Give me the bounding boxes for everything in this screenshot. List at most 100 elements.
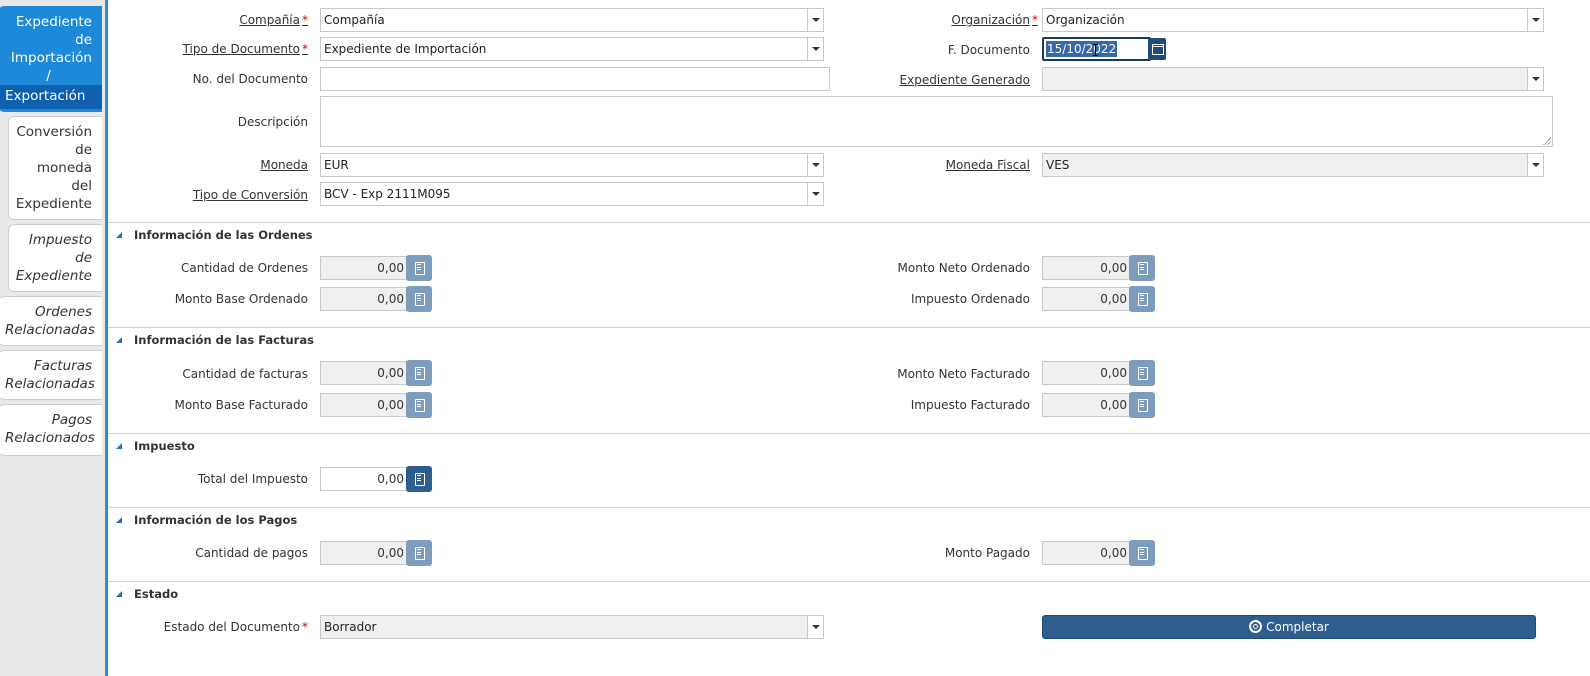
tipo-documento-select[interactable]: Expediente de Importación (320, 37, 824, 61)
calculator-icon[interactable] (406, 360, 432, 386)
chevron-down-icon[interactable] (1527, 154, 1543, 176)
section-title-impuesto[interactable]: Impuesto (134, 439, 195, 453)
compania-select[interactable]: Compañía (320, 8, 824, 32)
cantidad-ordenes-label: Cantidad de Ordenes (180, 261, 308, 275)
moneda-fiscal-select[interactable]: VES (1042, 153, 1544, 177)
resize-grip-icon[interactable] (1543, 137, 1551, 145)
organizacion-select[interactable]: Organización (1042, 8, 1544, 32)
expediente-generado-label: Expediente Generado (899, 73, 1030, 87)
tab-label-line: del (71, 178, 92, 194)
impuesto-facturado-field: 0,00 (1042, 393, 1131, 417)
calculator-icon[interactable] (406, 286, 432, 312)
tab-label-line: Expediente (15, 14, 92, 30)
tab-label-line: Relacionados (5, 430, 95, 446)
form-panel: Compañía * Compañía Organización * Organiz… (108, 0, 1590, 676)
collapse-triangle-icon[interactable] (116, 337, 123, 344)
completar-button[interactable]: Completar (1042, 615, 1536, 639)
tab-label-line: de (75, 32, 92, 48)
collapse-triangle-icon[interactable] (116, 232, 123, 239)
impuesto-facturado-label: Impuesto Facturado (910, 398, 1030, 412)
calculator-icon[interactable] (1129, 360, 1155, 386)
section-divider (108, 581, 1590, 582)
descripcion-label: Descripción (237, 115, 308, 129)
expediente-generado-select[interactable] (1042, 67, 1544, 91)
chevron-down-icon[interactable] (807, 38, 823, 60)
tipo-conversion-select[interactable]: BCV - Exp 2111M095 (320, 182, 824, 206)
monto-base-facturado-label: Monto Base Facturado (174, 398, 308, 412)
chevron-down-icon[interactable] (1527, 68, 1543, 90)
calculator-icon[interactable] (406, 540, 432, 566)
moneda-select[interactable]: EUR (320, 153, 824, 177)
tab-label-line: moneda (36, 160, 92, 176)
calendar-icon[interactable] (1148, 38, 1166, 60)
calculator-icon[interactable] (1129, 255, 1155, 281)
tab-label-line: Conversión (16, 124, 92, 140)
label-text: Tipo de Documento (182, 42, 300, 56)
chevron-down-icon[interactable] (807, 9, 823, 31)
tab-facturas-relacionadas[interactable]: Facturas Relacionadas (0, 350, 102, 400)
date-value: 15/10/2022 (1046, 41, 1118, 57)
impuesto-ordenado-field: 0,00 (1042, 287, 1131, 311)
required-marker: * (302, 42, 308, 56)
select-value: Borrador (324, 620, 377, 634)
tab-label-line: Relacionadas (5, 322, 95, 338)
select-value: Organización (1046, 13, 1125, 27)
tab-label-line: de (75, 250, 92, 266)
chevron-down-icon[interactable] (1527, 9, 1543, 31)
monto-neto-facturado-field: 0,00 (1042, 361, 1131, 385)
calculator-icon[interactable] (406, 466, 432, 492)
tab-label-line: / (46, 68, 51, 84)
tab-label-line: Impuesto (28, 232, 92, 248)
cantidad-pagos-label: Cantidad de pagos (195, 546, 308, 560)
collapse-triangle-icon[interactable] (116, 517, 123, 524)
no-documento-input[interactable] (320, 67, 830, 91)
required-marker: * (302, 620, 308, 634)
monto-pagado-field: 0,00 (1042, 541, 1131, 565)
window: Expediente de Importación / Exportación … (0, 0, 1590, 676)
tab-label-line: Expediente (15, 196, 92, 212)
descripcion-textarea[interactable] (320, 96, 1553, 147)
tab-label-line: Expediente (15, 268, 92, 284)
tab-label-line: Pagos (51, 412, 92, 428)
collapse-triangle-icon[interactable] (116, 591, 123, 598)
total-impuesto-input[interactable]: 0,00 (320, 467, 408, 491)
tab-expediente-importacion-exportacion[interactable]: Expediente de Importación / Exportación (0, 6, 102, 112)
select-value: EUR (324, 158, 349, 172)
tab-label-line: Relacionadas (5, 376, 95, 392)
tab-ordenes-relacionadas[interactable]: Ordenes Relacionadas (0, 296, 102, 346)
chevron-down-icon[interactable] (807, 183, 823, 205)
chevron-down-icon[interactable] (807, 154, 823, 176)
section-title-facturas[interactable]: Información de las Facturas (134, 333, 314, 347)
collapse-triangle-icon[interactable] (116, 443, 123, 450)
estado-documento-select[interactable]: Borrador (320, 615, 824, 639)
monto-neto-ordenado-field: 0,00 (1042, 256, 1131, 280)
tab-conversion-moneda[interactable]: Conversión de moneda del Expediente (8, 116, 102, 220)
select-value: BCV - Exp 2111M095 (324, 187, 451, 201)
section-title-pagos[interactable]: Información de los Pagos (134, 513, 297, 527)
calculator-icon[interactable] (1129, 392, 1155, 418)
gear-icon (1249, 620, 1263, 633)
section-title-ordenes[interactable]: Información de las Ordenes (134, 228, 313, 242)
tab-label-line: de (75, 142, 92, 158)
no-documento-label: No. del Documento (192, 72, 308, 86)
calculator-icon[interactable] (1129, 540, 1155, 566)
monto-base-ordenado-field: 0,00 (320, 287, 408, 311)
tab-impuesto-expediente[interactable]: Impuesto de Expediente (8, 224, 102, 292)
calculator-icon[interactable] (1129, 286, 1155, 312)
monto-base-ordenado-label: Monto Base Ordenado (174, 292, 308, 306)
monto-pagado-label: Monto Pagado (944, 546, 1030, 560)
total-impuesto-label: Total del Impuesto (197, 472, 308, 486)
select-value: Expediente de Importación (324, 42, 487, 56)
text-cursor-icon (1092, 44, 1099, 56)
calculator-icon[interactable] (406, 392, 432, 418)
tab-label-line: Importación (10, 50, 92, 66)
monto-neto-facturado-label: Monto Neto Facturado (897, 367, 1030, 381)
chevron-down-icon[interactable] (807, 616, 823, 638)
tab-label-line: Exportación (0, 85, 102, 109)
section-title-estado[interactable]: Estado (134, 587, 178, 601)
estado-documento-label: Estado del Documento * (148, 620, 308, 634)
f-documento-input[interactable]: 15/10/2022 (1042, 37, 1151, 61)
cantidad-facturas-field: 0,00 (320, 361, 408, 385)
calculator-icon[interactable] (406, 255, 432, 281)
tab-pagos-relacionados[interactable]: Pagos Relacionados (0, 404, 102, 456)
